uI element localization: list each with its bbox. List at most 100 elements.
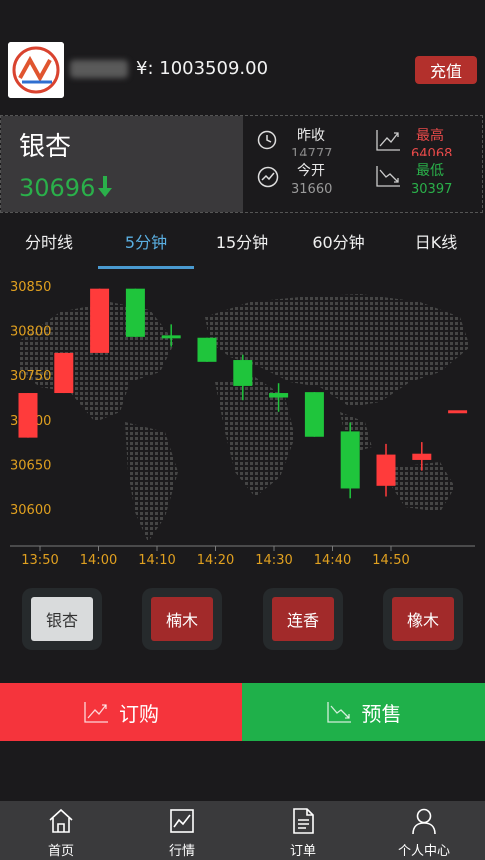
candle <box>376 443 396 497</box>
stat-prev-close-label: 昨收 <box>297 128 325 144</box>
candle-body <box>197 337 217 362</box>
candle-body <box>233 360 253 386</box>
trend-circle-icon <box>257 166 279 192</box>
nav-orders-label: 订单 <box>289 844 316 859</box>
x-tick-label: 14:40 <box>314 553 351 568</box>
nav-orders[interactable]: 订单 <box>255 801 351 860</box>
stat-open: 今开 31660 <box>291 160 332 197</box>
x-tick-label: 14:00 <box>80 553 117 568</box>
y-tick-label: 30800 <box>10 325 51 340</box>
user-icon <box>412 808 436 835</box>
product-price-value: 30696 <box>19 174 96 202</box>
candle-body <box>376 454 396 486</box>
tab-60min[interactable]: 60分钟 <box>290 218 387 268</box>
product-card-xiangmu: 橡木 <box>383 588 463 650</box>
bottom-nav: 首页 行情 订单 个人中心 <box>0 801 485 860</box>
x-tick-label: 14:20 <box>197 553 234 568</box>
candle <box>340 422 360 499</box>
y-tick-label: 30650 <box>10 458 51 473</box>
presale-label: 预售 <box>361 701 402 726</box>
product-button-lianxiang[interactable]: 连香 <box>272 597 334 641</box>
stat-high-label: 最高 <box>416 128 444 144</box>
interval-tabs: 分时线 5分钟 15分钟 60分钟 日K线 <box>0 218 485 270</box>
x-tick-label: 14:30 <box>255 553 292 568</box>
candle <box>125 288 145 337</box>
y-tick-label: 30750 <box>10 369 51 384</box>
trend-up-icon <box>83 700 119 724</box>
candle-body <box>161 335 181 339</box>
username-masked <box>70 60 128 78</box>
stat-open-label: 今开 <box>297 163 325 179</box>
stat-open-value: 31660 <box>291 182 333 197</box>
chart-icon <box>170 809 194 833</box>
x-axis-labels: 13:50 14:00 14:10 14:20 14:30 14:40 14:50 <box>21 546 410 568</box>
trend-up-icon <box>375 128 401 156</box>
candle-body <box>412 453 432 460</box>
product-card-lianxiang: 连香 <box>263 588 343 650</box>
nav-market[interactable]: 行情 <box>134 801 230 860</box>
home-icon <box>49 808 73 833</box>
document-icon <box>293 808 314 834</box>
tab-daily-k[interactable]: 日K线 <box>387 218 485 268</box>
product-name: 银杏 <box>19 132 72 162</box>
trade-actions: 订购 预售 <box>0 683 485 741</box>
candle <box>18 393 38 438</box>
candlestick-chart[interactable]: 308503080030750307003065030600 13:5014:0… <box>0 272 485 572</box>
y-tick-label: 30850 <box>10 280 51 295</box>
candle-body <box>448 410 468 414</box>
candle <box>304 392 324 437</box>
product-button-yinxing[interactable]: 银杏 <box>31 597 93 641</box>
buy-label: 订购 <box>119 701 159 726</box>
product-card-yinxing: 银杏 <box>22 588 102 650</box>
x-tick-label: 13:50 <box>21 553 58 568</box>
tab-15min[interactable]: 15分钟 <box>194 218 290 268</box>
chart-canvas: 308503080030750307003065030600 13:5014:0… <box>10 280 475 568</box>
stat-low-value: 30397 <box>411 182 453 197</box>
trend-down-icon <box>375 164 401 192</box>
nav-profile-label: 个人中心 <box>397 844 450 859</box>
candle <box>448 410 468 414</box>
nav-profile[interactable]: 个人中心 <box>376 801 472 860</box>
stat-high: 最高 64068 <box>411 125 452 156</box>
product-button-xiangmu[interactable]: 橡木 <box>392 597 454 641</box>
app-logo <box>8 42 64 98</box>
product-summary: 银杏 30696 <box>1 116 243 212</box>
nav-market-label: 行情 <box>168 844 195 859</box>
tab-timeshare[interactable]: 分时线 <box>0 218 98 268</box>
trend-down-icon <box>326 700 362 724</box>
product-selector: 银杏 楠木 连香 橡木 <box>0 588 485 654</box>
candle-body <box>340 431 360 489</box>
candle <box>54 352 74 394</box>
x-tick-label: 14:50 <box>372 553 409 568</box>
nav-home-label: 首页 <box>47 844 74 859</box>
account-balance: ¥: 1003509.00 <box>136 58 269 79</box>
stat-prev-close-value: 14777 <box>291 147 333 156</box>
buy-button[interactable]: 订购 <box>0 683 242 741</box>
presale-button[interactable]: 预售 <box>242 683 485 741</box>
header: ¥: 1003509.00 充值 <box>0 0 485 115</box>
candle-body <box>18 393 38 438</box>
clock-icon <box>257 130 277 154</box>
tab-5min[interactable]: 5分钟 <box>98 218 194 268</box>
candle-body <box>54 352 74 394</box>
stat-prev-close: 昨收 14777 <box>291 125 332 156</box>
product-price: 30696 <box>19 174 113 204</box>
product-button-nanmu[interactable]: 楠木 <box>151 597 213 641</box>
x-tick-label: 14:10 <box>138 553 175 568</box>
candle-body <box>304 392 324 437</box>
nav-home[interactable]: 首页 <box>13 801 109 860</box>
product-card-nanmu: 楠木 <box>142 588 222 650</box>
candle-body <box>90 288 110 353</box>
candle-body <box>125 288 145 337</box>
candle <box>90 288 110 353</box>
candle <box>197 337 217 362</box>
active-tab-indicator <box>98 266 194 269</box>
stat-low: 最低 30397 <box>411 160 452 197</box>
arrow-down-icon <box>98 176 113 204</box>
stat-high-value: 64068 <box>411 147 453 156</box>
candle-body <box>269 393 289 398</box>
y-tick-label: 30600 <box>10 503 51 518</box>
world-map-background <box>18 294 470 542</box>
stat-low-label: 最低 <box>416 163 444 179</box>
recharge-button[interactable]: 充值 <box>415 56 477 84</box>
